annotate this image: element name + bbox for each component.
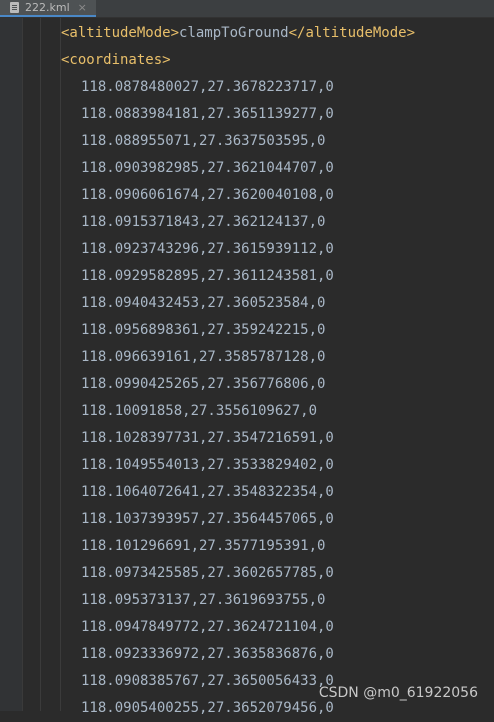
coordinate-line: 118.101296691,27.3577195391,0 (81, 538, 326, 554)
coordinate-line: 118.1049554013,27.3533829402,0 (81, 457, 334, 473)
coordinate-line: 118.0915371843,27.362124137,0 (81, 214, 326, 230)
coordinate-line: 118.0923336972,27.3635836876,0 (81, 646, 334, 662)
altitude-open-tag: <altitudeMode> (61, 25, 180, 41)
indent-guide (40, 18, 41, 711)
tab-label: 222.kml (25, 1, 70, 14)
coordinate-line: 118.1028397731,27.3547216591,0 (81, 430, 334, 446)
coordinate-line: 118.0956898361,27.359242215,0 (81, 322, 326, 338)
coordinate-line: 118.0883984181,27.3651139277,0 (81, 106, 334, 122)
coordinate-line: 118.10091858,27.3556109627,0 (81, 403, 318, 419)
code-line-coordinates-open: <coordinates> (61, 47, 171, 74)
coordinate-line: 118.0878480027,27.3678223717,0 (81, 79, 334, 95)
editor-tab-bar: 222.kml × (0, 0, 494, 18)
indent-guide (60, 18, 61, 711)
altitude-close-tag: </altitudeMode> (288, 25, 416, 41)
tab-222-kml[interactable]: 222.kml × (0, 0, 96, 17)
coordinate-line: 118.0973425585,27.3602657785,0 (81, 565, 334, 581)
coordinate-line: 118.0908385767,27.3650056433,0 (81, 673, 334, 689)
coordinate-line: 118.1037393957,27.3564457065,0 (81, 511, 334, 527)
code-editor[interactable]: <altitudeMode>clampToGround</altitudeMod… (0, 18, 494, 716)
csdn-watermark: CSDN @m0_61922056 (318, 685, 478, 701)
coordinate-line: 118.0940432453,27.360523584,0 (81, 295, 326, 311)
file-icon (10, 2, 19, 13)
editor-gutter (0, 18, 23, 711)
coordinate-line: 118.0929582895,27.3611243581,0 (81, 268, 334, 284)
coordinate-line: 118.1064072641,27.3548322354,0 (81, 484, 334, 500)
close-icon[interactable]: × (78, 1, 87, 14)
altitude-mode-value: clampToGround (179, 25, 289, 41)
coordinate-line: 118.0905400255,27.3652079456,0 (81, 700, 334, 716)
coordinate-line: 118.0990425265,27.356776806,0 (81, 376, 326, 392)
coordinate-line: 118.088955071,27.3637503595,0 (81, 133, 326, 149)
coordinate-line: 118.095373137,27.3619693755,0 (81, 592, 326, 608)
code-line-altitude-mode: <altitudeMode>clampToGround</altitudeMod… (61, 20, 415, 47)
coordinate-line: 118.0903982985,27.3621044707,0 (81, 160, 334, 176)
coordinate-line: 118.0923743296,27.3615939112,0 (81, 241, 334, 257)
coordinate-line: 118.096639161,27.3585787128,0 (81, 349, 326, 365)
coordinates-open-tag: <coordinates> (61, 52, 171, 68)
coordinate-line: 118.0947849772,27.3624721104,0 (81, 619, 334, 635)
coordinate-line: 118.0906061674,27.3620040108,0 (81, 187, 334, 203)
